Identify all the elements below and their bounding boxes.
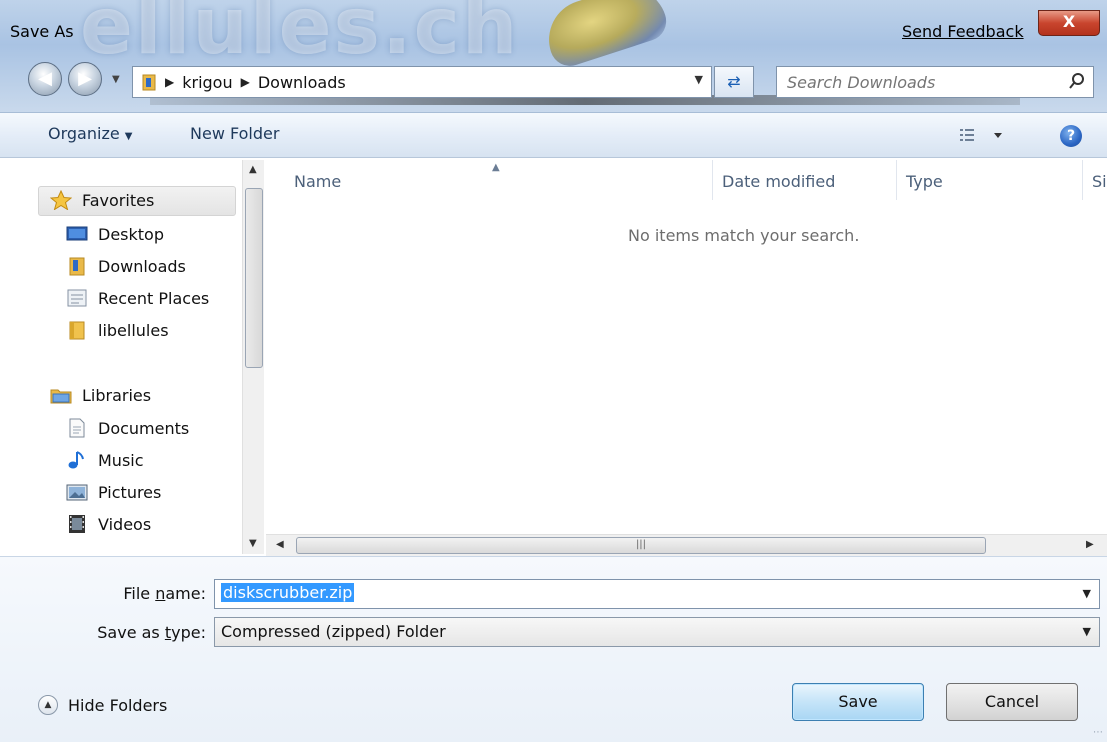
nav-item-label: Downloads: [98, 256, 186, 276]
nav-item-label: Pictures: [98, 482, 162, 502]
scroll-up-icon[interactable]: ▲: [249, 164, 257, 175]
close-icon: X: [1062, 12, 1076, 31]
downloads-folder-icon: [141, 73, 157, 91]
navigation-pane-scrollbar[interactable]: ▲ ▼: [242, 160, 264, 554]
label-accesskey: n: [155, 584, 166, 603]
breadcrumb-krigou[interactable]: krigou: [182, 73, 232, 92]
libraries-icon: [50, 385, 72, 405]
save-options-panel: File name: diskscrubber.zip ▼ Save as ty…: [0, 556, 1107, 742]
column-header-size[interactable]: Si: [1092, 172, 1107, 191]
background-watermark: ellules.ch: [80, 0, 520, 72]
desktop-icon: [66, 224, 88, 244]
sort-ascending-icon: ▲: [492, 162, 500, 173]
column-header-name[interactable]: Name: [294, 172, 341, 191]
breadcrumb-separator[interactable]: ▶: [165, 75, 174, 89]
nav-item-pictures[interactable]: Pictures: [66, 482, 161, 502]
star-icon: [49, 189, 73, 211]
nav-item-label: Desktop: [98, 224, 164, 244]
breadcrumb-separator[interactable]: ▶: [241, 75, 250, 89]
close-button[interactable]: X: [1038, 10, 1100, 36]
organize-menu[interactable]: Organize ▼: [48, 124, 132, 143]
nav-item-music[interactable]: Music: [66, 450, 144, 470]
resize-grip-icon[interactable]: ⋯: [1093, 727, 1103, 738]
nav-item-label: Documents: [98, 418, 190, 438]
breadcrumb-downloads[interactable]: Downloads: [258, 73, 346, 92]
scrollbar-thumb[interactable]: |||: [296, 537, 986, 554]
file-name-value[interactable]: diskscrubber.zip: [221, 583, 355, 602]
hide-folders-label: Hide Folders: [68, 695, 168, 715]
address-dropdown[interactable]: ▼: [695, 73, 703, 86]
file-name-label: File name:: [6, 584, 206, 603]
nav-item-documents[interactable]: Documents: [66, 418, 189, 438]
back-button[interactable]: ◀: [28, 62, 62, 96]
music-icon: [66, 450, 88, 470]
views-button[interactable]: [958, 123, 1014, 149]
empty-list-message: No items match your search.: [628, 226, 860, 245]
pictures-icon: [66, 482, 88, 502]
nav-item-label: Music: [98, 450, 144, 470]
organize-label: Organize: [48, 124, 120, 143]
command-bar: Organize ▼ New Folder ?: [0, 112, 1107, 158]
column-separator[interactable]: [712, 160, 713, 200]
scroll-right-icon[interactable]: ▶: [1086, 539, 1094, 550]
refresh-icon: ⇄: [727, 72, 741, 91]
scroll-down-icon[interactable]: ▼: [249, 538, 257, 549]
nav-item-desktop[interactable]: Desktop: [66, 224, 164, 244]
help-icon[interactable]: ?: [1060, 125, 1082, 147]
folder-icon: [66, 320, 88, 340]
address-bar[interactable]: ▶ krigou ▶ Downloads ▼: [132, 66, 712, 98]
column-separator[interactable]: [1082, 160, 1083, 200]
refresh-button[interactable]: ⇄: [714, 66, 754, 98]
nav-item-libellules[interactable]: libellules: [66, 320, 169, 340]
scroll-left-icon[interactable]: ◀: [276, 539, 284, 550]
search-input[interactable]: [776, 66, 1094, 98]
label-text: Save as: [97, 623, 165, 642]
nav-item-videos[interactable]: Videos: [66, 514, 151, 534]
arrow-right-icon: ▶: [78, 68, 92, 89]
nav-group-libraries[interactable]: Libraries: [50, 385, 151, 405]
save-type-select[interactable]: Compressed (zipped) Folder ▼: [214, 617, 1100, 647]
forward-button[interactable]: ▶: [68, 62, 102, 96]
nav-group-label: Libraries: [82, 385, 152, 405]
column-header-date-modified[interactable]: Date modified: [722, 172, 835, 191]
send-feedback-link[interactable]: Send Feedback: [902, 22, 1024, 41]
nav-group-label: Favorites: [82, 190, 155, 210]
save-type-value: Compressed (zipped) Folder: [221, 622, 446, 641]
scrollbar-thumb[interactable]: [245, 188, 263, 368]
file-name-input[interactable]: diskscrubber.zip ▼: [214, 579, 1100, 609]
nav-item-recent-places[interactable]: Recent Places: [66, 288, 209, 308]
nav-item-label: Videos: [98, 514, 152, 534]
column-separator[interactable]: [896, 160, 897, 200]
file-list: ▲ Name Date modified Type Si No items ma…: [266, 160, 1107, 534]
window-title: Save As: [10, 22, 74, 41]
search-icon[interactable]: [1066, 70, 1088, 92]
column-header-type[interactable]: Type: [906, 172, 943, 191]
recent-places-icon: [66, 288, 88, 308]
downloads-folder-icon: [66, 256, 88, 276]
save-button[interactable]: Save: [792, 683, 924, 721]
nav-item-label: libellules: [98, 320, 169, 340]
nav-group-favorites[interactable]: Favorites: [49, 189, 155, 211]
chevron-up-icon: ▲: [38, 695, 58, 715]
nav-item-label: Recent Places: [98, 288, 210, 308]
chevron-down-icon: ▼: [124, 131, 133, 142]
save-type-label: Save as type:: [6, 623, 206, 642]
new-folder-button[interactable]: New Folder: [190, 124, 279, 143]
arrow-left-icon: ◀: [38, 68, 52, 89]
file-list-horizontal-scrollbar[interactable]: ◀ ||| ▶: [266, 534, 1107, 556]
chevron-down-icon[interactable]: ▼: [1083, 587, 1091, 600]
videos-icon: [66, 514, 88, 534]
label-text: File: [123, 584, 156, 603]
background-emblem: [538, 0, 672, 72]
cancel-button[interactable]: Cancel: [946, 683, 1078, 721]
label-text: ype:: [171, 623, 206, 642]
nav-item-downloads[interactable]: Downloads: [66, 256, 186, 276]
chevron-down-icon[interactable]: ▼: [1083, 625, 1091, 638]
recent-pages-dropdown[interactable]: ▼: [112, 74, 120, 85]
label-text: ame:: [165, 584, 206, 603]
hide-folders-button[interactable]: ▲ Hide Folders: [38, 695, 167, 715]
documents-icon: [66, 418, 88, 438]
